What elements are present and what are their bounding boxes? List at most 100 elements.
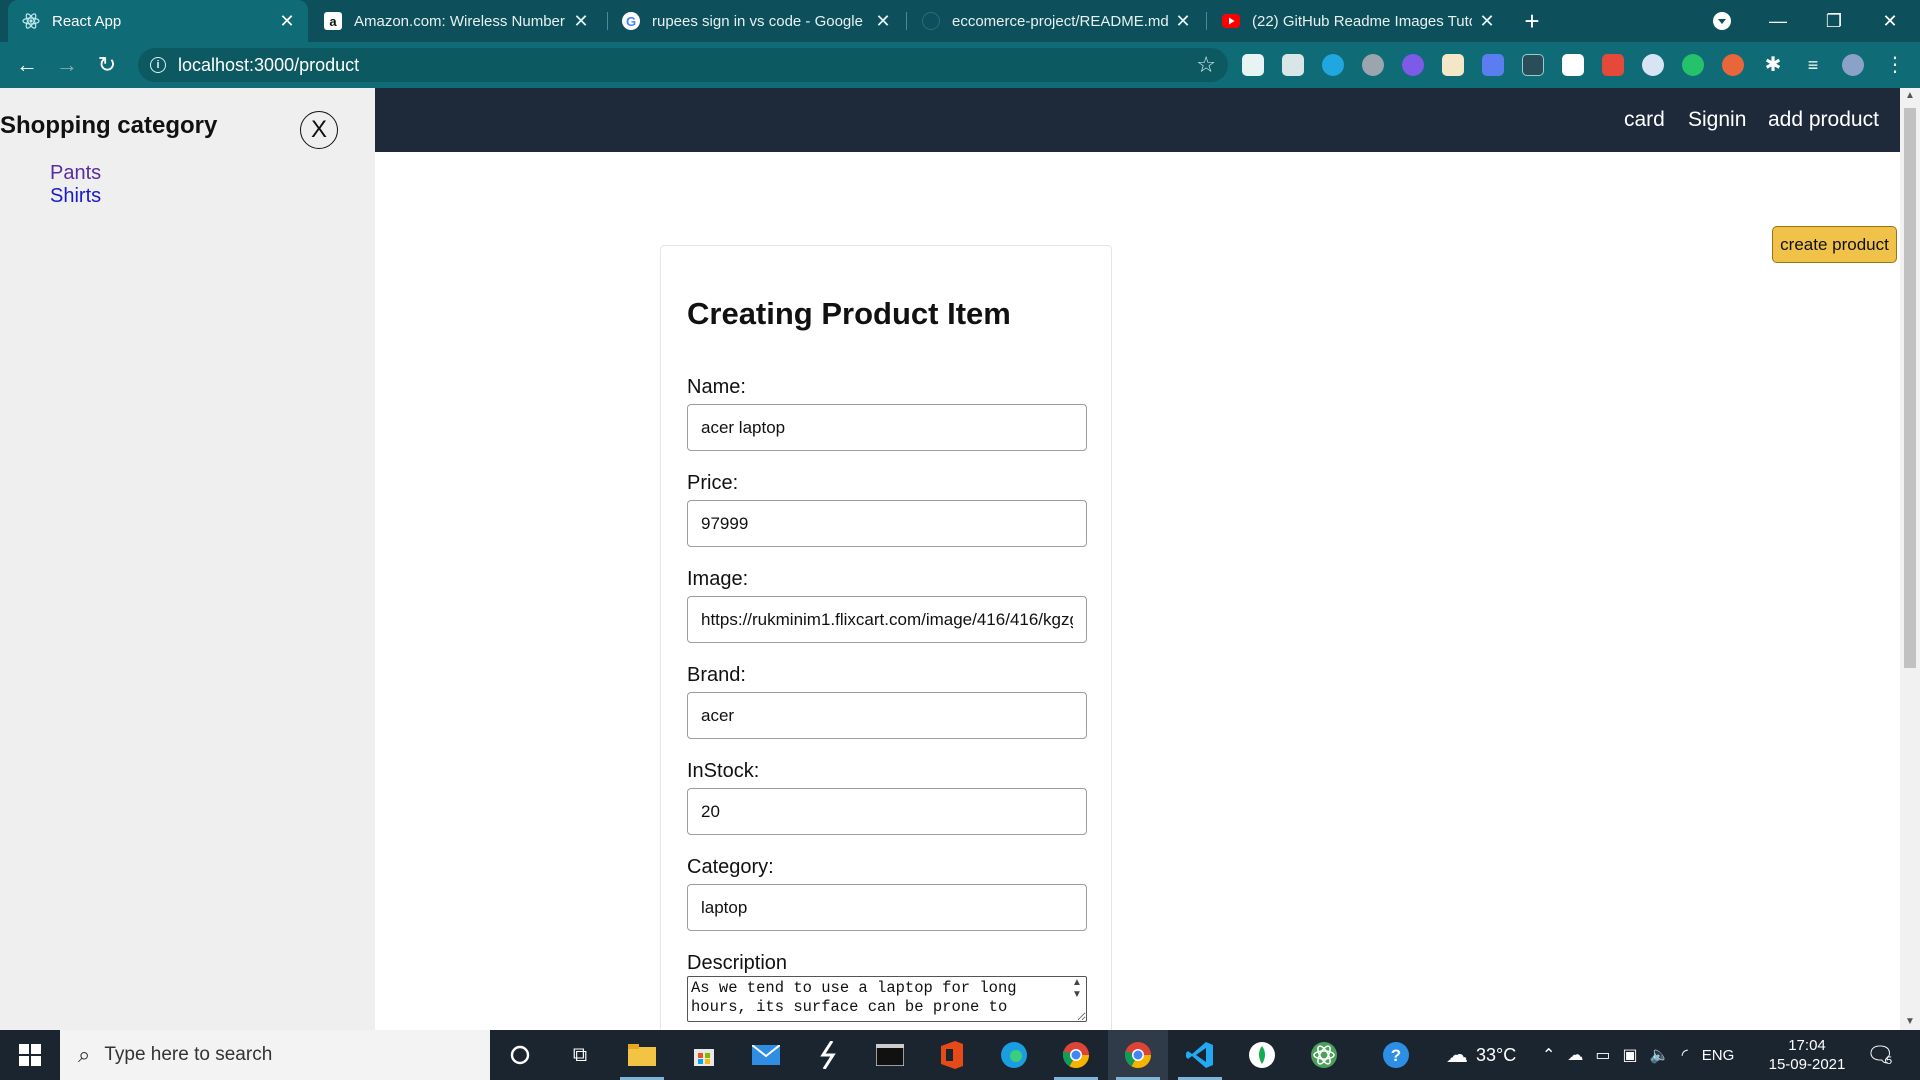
browser-toolbar: ← → ↻ i localhost:3000/product ☆ ✱ ≡ ⋮: [0, 42, 1920, 88]
task-view-icon[interactable]: ⧉: [550, 1030, 610, 1080]
terminal-icon[interactable]: [860, 1030, 920, 1080]
tab-youtube[interactable]: (22) GitHub Readme Images Tuto ✕: [1208, 0, 1508, 42]
textarea-scroll-arrows-icon[interactable]: ▲ ▼: [1068, 977, 1086, 1021]
close-tab-icon[interactable]: ✕: [278, 11, 296, 32]
tab-google[interactable]: G rupees sign in vs code - Google S ✕: [608, 0, 904, 42]
puzzle-extensions-icon[interactable]: ✱: [1762, 54, 1784, 76]
windows-start-button[interactable]: [0, 1030, 60, 1080]
wifi-icon[interactable]: ◜: [1682, 1045, 1688, 1065]
scrollbar-thumb[interactable]: [1904, 108, 1916, 668]
close-window-button[interactable]: ✕: [1862, 0, 1918, 42]
mail-icon[interactable]: [736, 1030, 796, 1080]
brand-input[interactable]: [687, 692, 1087, 739]
edge-icon[interactable]: [984, 1030, 1044, 1080]
back-arrow-icon[interactable]: ←: [12, 50, 42, 80]
list-item: Pants: [50, 162, 101, 185]
price-input[interactable]: [687, 500, 1087, 547]
palette-extension-icon[interactable]: [1722, 54, 1744, 76]
notification-center-icon[interactable]: 🗨 5: [1866, 1030, 1894, 1080]
lightning-app-icon[interactable]: [798, 1030, 858, 1080]
category-link-shirts[interactable]: Shirts: [50, 185, 101, 207]
browser-tab-strip: React App ✕ a Amazon.com: Wireless Numbe…: [0, 0, 1920, 42]
restore-button[interactable]: ❐: [1806, 0, 1862, 42]
tab-amazon[interactable]: a Amazon.com: Wireless Number P ✕: [310, 0, 602, 42]
taskbar-clock[interactable]: 17:04 15-09-2021: [1762, 1036, 1852, 1074]
language-indicator[interactable]: ENG: [1702, 1047, 1735, 1064]
site-info-icon[interactable]: i: [150, 57, 166, 73]
chevron-up-icon[interactable]: ⌃: [1542, 1045, 1555, 1065]
reading-list-icon[interactable]: ≡: [1802, 54, 1824, 76]
scroll-down-icon[interactable]: ▼: [1900, 1014, 1920, 1030]
minimize-button[interactable]: —: [1750, 0, 1806, 42]
nav-link-signin[interactable]: Signin: [1688, 108, 1746, 132]
close-tab-icon[interactable]: ✕: [1174, 11, 1192, 32]
new-tab-button[interactable]: +: [1518, 0, 1546, 42]
grammar-extension-icon[interactable]: [1362, 54, 1384, 76]
page-viewport: Shopping category X Pants Shirts card Si…: [0, 88, 1920, 1030]
category-label: Category:: [687, 856, 774, 878]
profile-menu-icon[interactable]: [1694, 0, 1750, 42]
cast-extension-icon[interactable]: [1282, 54, 1304, 76]
chrome-active-window-icon[interactable]: [1108, 1030, 1168, 1080]
search-placeholder: Type here to search: [104, 1044, 273, 1065]
address-bar[interactable]: i localhost:3000/product ☆: [138, 48, 1228, 82]
close-tab-icon[interactable]: ✕: [1478, 11, 1496, 32]
recorder-extension-icon[interactable]: [1602, 54, 1624, 76]
color-extension-icon[interactable]: [1402, 54, 1424, 76]
scroll-up-icon[interactable]: ▲: [1900, 88, 1920, 104]
office-icon[interactable]: [922, 1030, 982, 1080]
cortana-icon[interactable]: [490, 1030, 550, 1080]
bookmark-star-icon[interactable]: ☆: [1196, 52, 1216, 78]
battery-icon[interactable]: ▭: [1595, 1045, 1610, 1065]
reload-icon[interactable]: ↻: [92, 50, 122, 80]
sidebar-close-button[interactable]: X: [300, 111, 338, 149]
pen-extension-icon[interactable]: [1242, 54, 1264, 76]
eye-extension-icon[interactable]: [1322, 54, 1344, 76]
onedrive-icon[interactable]: ☁: [1567, 1045, 1583, 1065]
tab-github[interactable]: eccomerce-project/README.md ✕: [908, 0, 1204, 42]
text-extension-icon[interactable]: [1562, 54, 1584, 76]
google-icon: G: [622, 12, 640, 30]
volume-icon[interactable]: 🔈: [1650, 1045, 1670, 1065]
target-extension-icon[interactable]: [1682, 54, 1704, 76]
tab-title: React App: [52, 12, 122, 30]
create-product-button[interactable]: create product: [1772, 226, 1897, 263]
tab-title: (22) GitHub Readme Images Tuto: [1252, 12, 1472, 30]
instock-input[interactable]: [687, 788, 1087, 835]
help-icon[interactable]: ?: [1366, 1030, 1426, 1080]
weather-temperature: 33°C: [1476, 1044, 1517, 1065]
image-url-input[interactable]: [687, 596, 1087, 643]
close-tab-icon[interactable]: ✕: [572, 11, 590, 32]
atom-app-icon[interactable]: [1294, 1030, 1354, 1080]
name-input[interactable]: [687, 404, 1087, 451]
category-input[interactable]: [687, 884, 1087, 931]
more-menu-icon[interactable]: ⋮: [1884, 54, 1906, 76]
clock-time: 17:04: [1788, 1037, 1826, 1054]
address-url[interactable]: localhost:3000/product: [178, 55, 359, 76]
layout-extension-icon[interactable]: [1522, 54, 1544, 76]
store-icon[interactable]: [674, 1030, 734, 1080]
tab-react-app[interactable]: React App ✕: [8, 0, 308, 42]
page-scrollbar[interactable]: ▲ ▼: [1900, 88, 1920, 1030]
category-link-pants[interactable]: Pants: [50, 162, 101, 184]
chrome-icon[interactable]: [1046, 1030, 1106, 1080]
forward-arrow-icon[interactable]: →: [52, 50, 82, 80]
nav-link-card[interactable]: card: [1624, 108, 1665, 132]
list-item: Shirts: [50, 185, 101, 208]
proxy-extension-icon[interactable]: [1642, 54, 1664, 76]
file-explorer-icon[interactable]: [612, 1030, 672, 1080]
cloud-icon: ☁: [1446, 1042, 1468, 1067]
taskbar-search-box[interactable]: ⌕ Type here to search: [60, 1030, 490, 1080]
description-textarea[interactable]: As we tend to use a laptop for long hour…: [687, 976, 1087, 1022]
display-icon[interactable]: ▣: [1623, 1045, 1638, 1065]
notes-extension-icon[interactable]: [1442, 54, 1464, 76]
vscode-icon[interactable]: [1170, 1030, 1230, 1080]
nav-link-add-product[interactable]: add product: [1768, 108, 1879, 132]
tab-title: eccomerce-project/README.md: [952, 12, 1168, 30]
mongodb-icon[interactable]: [1232, 1030, 1292, 1080]
grid-extension-icon[interactable]: [1482, 54, 1504, 76]
user-avatar-icon[interactable]: [1842, 54, 1864, 76]
weather-widget[interactable]: ☁ 33°C: [1446, 1030, 1516, 1080]
close-tab-icon[interactable]: ✕: [874, 11, 892, 32]
form-title: Creating Product Item: [687, 296, 1011, 331]
